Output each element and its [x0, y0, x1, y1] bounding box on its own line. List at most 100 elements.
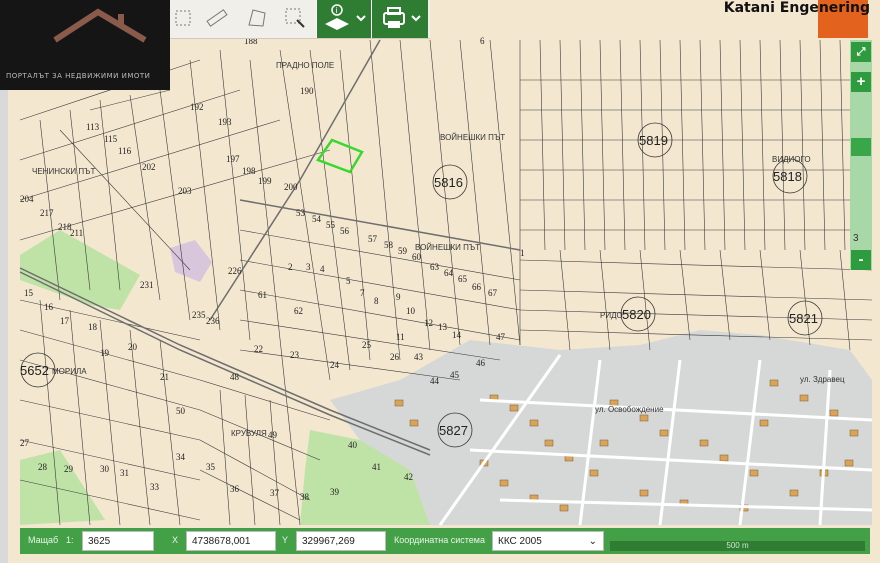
parcel-number: 24 [330, 360, 340, 370]
parcel-number: 33 [150, 482, 160, 492]
parcel-number: 203 [178, 186, 192, 196]
road-label: РИДО [600, 311, 623, 320]
x-coordinate-field[interactable]: 4738678,001 [186, 531, 276, 551]
parcel-number: 199 [258, 176, 272, 186]
parcel-number: 58 [384, 240, 394, 250]
road-label: ул. Здравец [800, 375, 845, 384]
parcel-number: 190 [300, 86, 314, 96]
zone-label: 5818 [773, 169, 802, 184]
road-label: ВОЙНЕШКИ ПЪТ [440, 133, 505, 142]
zoom-in-button[interactable]: + [851, 72, 871, 92]
parcel-number: 27 [20, 438, 30, 448]
parcel-number: 20 [128, 342, 138, 352]
parcel-number: 7 [360, 288, 365, 298]
parcel-number: 53 [296, 208, 306, 218]
parcel-number: 198 [242, 166, 256, 176]
parcel-number: 57 [368, 234, 378, 244]
parcel-number: 9 [396, 292, 401, 302]
info-layers-icon: i [325, 4, 366, 30]
site-logo[interactable]: ПОРТАЛЪТ ЗА НЕДВИЖИМИ ИМОТИ [0, 0, 170, 90]
parcel-number: 18 [88, 322, 98, 332]
parcel-number: 115 [104, 134, 118, 144]
parcel-number: 60 [412, 252, 422, 262]
zoom-box-icon[interactable] [282, 5, 308, 31]
logo-text: ПОРТАЛЪТ ЗА НЕДВИЖИМИ ИМОТИ [6, 72, 151, 80]
scale-prefix: 1: [66, 535, 74, 545]
parcel-number: 45 [450, 370, 460, 380]
print-button[interactable] [371, 0, 428, 38]
x-label: X [172, 535, 179, 545]
parcel-number: 6 [480, 36, 485, 46]
info-layers-button[interactable]: i [316, 0, 371, 38]
zone-label: 5819 [639, 133, 668, 148]
svg-text:i: i [336, 6, 338, 15]
zone-label: 5816 [434, 175, 463, 190]
parcel-number: 211 [70, 228, 83, 238]
zone-label: 5821 [789, 311, 818, 326]
map-toolbar: i [170, 0, 430, 39]
parcel-number: 63 [430, 262, 440, 272]
parcel-number: 54 [312, 214, 322, 224]
parcel-number: 8 [374, 296, 379, 306]
expand-icon[interactable]: ⤢ [851, 42, 871, 62]
parcel-number: 64 [444, 268, 454, 278]
scale-label: Мащаб [28, 535, 59, 545]
parcel-number: 67 [488, 288, 498, 298]
parcel-number: 202 [142, 162, 156, 172]
parcel-number: 40 [348, 440, 358, 450]
parcel-number: 61 [258, 290, 267, 300]
parcel-number: 197 [226, 154, 240, 164]
parcel-number: 47 [496, 332, 506, 342]
parcel-number: 66 [472, 282, 482, 292]
zone-label: 5652 [20, 363, 49, 378]
crs-select[interactable]: ККС 2005 ⌄ [492, 531, 604, 551]
zoom-out-button[interactable]: - [851, 250, 871, 270]
parcel-number: 65 [458, 274, 468, 284]
parcel-number: 34 [176, 452, 186, 462]
parcel-number: 46 [476, 358, 486, 368]
parcel-number: 44 [430, 376, 440, 386]
parcel-number: 11 [396, 332, 405, 342]
parcel-number: 204 [20, 194, 34, 204]
road-label: ПРАДНО ПОЛЕ [276, 61, 334, 70]
parcel-number: 17 [60, 316, 70, 326]
parcel-number: 25 [362, 340, 372, 350]
parcel-number: 12 [424, 318, 433, 328]
road-label: МОРИЛА [52, 367, 87, 376]
parcel-number: 10 [406, 306, 416, 316]
road-label: ЧЕНИНСКИ ПЪТ [32, 167, 95, 176]
road-label: ВИДИОГО [772, 155, 811, 164]
left-scrollbar[interactable] [0, 90, 8, 563]
scale-input[interactable]: 3625 [82, 531, 154, 551]
parcel-number: 42 [404, 472, 413, 482]
y-label: Y [282, 535, 289, 545]
parcel-number: 62 [294, 306, 303, 316]
parcel-number: 59 [398, 246, 408, 256]
area-measure-icon[interactable] [244, 5, 270, 31]
printer-icon [383, 7, 421, 28]
road-label: КРУВУЛЯ [231, 429, 267, 438]
parcel-number: 56 [340, 226, 350, 236]
parcel-number: 226 [228, 266, 242, 276]
crs-value: ККС 2005 [498, 536, 542, 547]
parcel-number: 217 [40, 208, 54, 218]
parcel-number: 1 [520, 248, 525, 258]
parcel-number: 19 [100, 348, 110, 358]
zoom-level: 3 [853, 233, 859, 244]
parcel-number: 41 [372, 462, 381, 472]
parcel-number: 30 [100, 464, 110, 474]
parcel-number: 4 [320, 264, 325, 274]
ruler-icon[interactable] [204, 5, 230, 31]
parcel-number: 50 [176, 406, 186, 416]
parcel-number: 23 [290, 350, 300, 360]
parcel-number: 43 [414, 352, 424, 362]
parcel-number: 13 [438, 322, 448, 332]
zone-label: 5820 [622, 307, 651, 322]
parcel-number: 116 [118, 146, 132, 156]
y-coordinate-field[interactable]: 329967,269 [296, 531, 386, 551]
parcel-number: 236 [206, 316, 220, 326]
parcel-number: 22 [254, 344, 263, 354]
scale-bar: 500 m [610, 541, 865, 551]
zoom-slider-handle[interactable] [851, 138, 871, 156]
select-icon[interactable] [172, 5, 198, 31]
